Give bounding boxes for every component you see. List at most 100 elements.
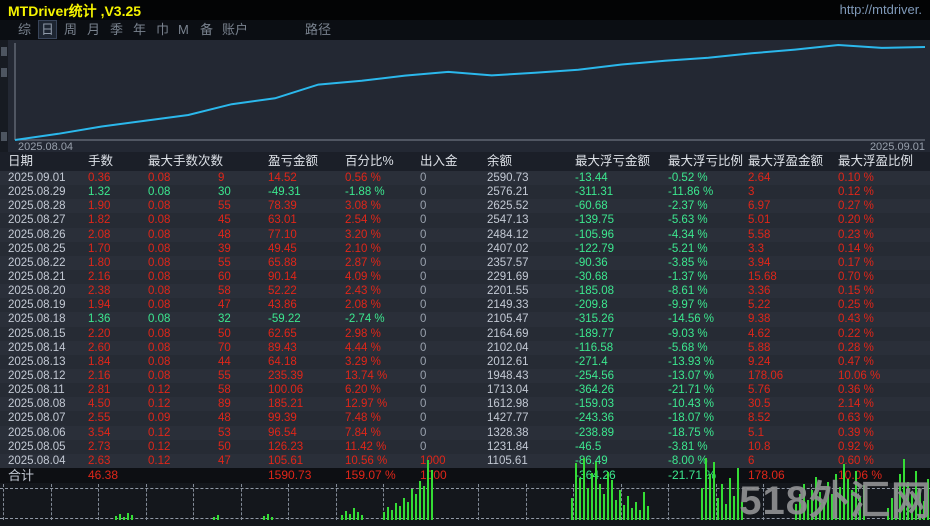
table-cell: 0.08 [148,214,171,227]
grip-handle[interactable] [1,132,7,141]
table-cell: 2.87 % [345,256,381,269]
table-cell: 2.43 % [345,285,381,298]
table-cell: 126.23 [268,440,304,453]
profit-bar [131,515,133,520]
profit-bar [349,514,351,520]
table-cell: 0 [420,186,427,199]
grip-handle[interactable] [1,68,7,77]
profit-bar [345,511,347,520]
table-cell: 2291.69 [487,270,529,283]
menu-item-8[interactable]: M [176,21,191,38]
table-cell: -2.37 % [668,200,708,213]
title-bar: MTDriver统计 ,V3.25 http://mtdriver. [0,0,930,20]
menu-item-2[interactable]: 日 [37,20,58,39]
table-cell: 5.76 [748,384,771,397]
table-row: 2025.08.19 1.94 0.08 47 43.86 2.08 % 0 2149.33 -… [0,298,930,313]
table-cell: 3.29 % [345,355,381,368]
table-cell: 0.25 % [838,299,874,312]
table-cell: 2149.33 [487,299,529,312]
profit-bar [263,516,265,520]
table-cell: 99.39 [268,412,297,425]
table-cell: 0.17 % [838,256,874,269]
column-header-3[interactable]: 最大手数次数 [145,152,265,171]
total-cell [484,468,572,483]
profit-bar [217,515,219,520]
table-cell: -3.81 % [668,440,708,453]
column-header-11[interactable]: 最大浮盈比例 [835,152,930,171]
menu-item-9[interactable]: 备 [198,21,215,38]
table-cell: 0.70 % [838,270,874,283]
table-cell: -209.8 [575,299,608,312]
column-header-4[interactable]: 盈亏金额 [265,152,342,171]
table-cell: 12.97 % [345,398,388,411]
table-cell: 4.09 % [345,270,381,283]
menu-item-10[interactable]: 账户 [220,21,250,38]
table-cell: 90.14 [268,270,297,283]
menu-item-7[interactable]: 巾 [154,21,171,38]
table-cell: 2025.08.06 [8,426,66,439]
total-cell: 159.07 % [345,468,396,482]
table-cell: 0.36 % [838,384,874,397]
table-cell: -3.85 % [668,256,708,269]
column-header-1[interactable]: 日期 [0,152,85,171]
profit-bar [341,515,343,520]
table-cell: 9.24 [748,355,771,368]
table-row: 2025.08.08 4.50 0.12 89 185.21 12.97 % 0 1612.9… [0,397,930,412]
profit-bar [599,484,601,520]
table-row: 2025.08.05 2.73 0.12 50 126.23 11.42 % 0 1231.8… [0,439,930,454]
table-cell: 2025.08.26 [8,228,66,241]
table-cell: 0.92 % [838,440,874,453]
table-cell: -238.89 [575,426,615,439]
table-cell: 3.3 [748,242,764,255]
table-cell: 0.09 [148,412,171,425]
column-header-8[interactable]: 最大浮亏金额 [572,152,665,171]
table-cell: 0.56 % [345,172,381,184]
table-cell: 2357.57 [487,256,529,269]
table-cell: -46.5 [575,440,602,453]
table-cell: 0.63 % [838,412,874,425]
grip-handle[interactable] [1,47,7,56]
table-cell: 5.58 [748,228,771,241]
column-header-6[interactable]: 出入金 [417,152,484,171]
menu-item-path[interactable]: 路径 [303,21,333,38]
total-cell: 1590.73 [268,468,312,482]
profit-bar [725,504,727,520]
menu-item-3[interactable]: 周 [62,21,79,38]
table-cell: 5.01 [748,214,771,227]
menu-item-6[interactable]: 年 [131,21,148,38]
website-link[interactable]: http://mtdriver. [840,2,922,17]
column-header-10[interactable]: 最大浮盈金额 [745,152,835,171]
table-cell: 1231.84 [487,440,529,453]
table-cell: 43.86 [268,299,297,312]
table-cell: -49.31 [268,186,301,199]
profit-bar [701,488,703,520]
table-cell: 0.08 [148,270,171,283]
table-cell: 0.12 [148,426,171,439]
total-cell [215,468,265,483]
profit-bar [717,498,719,520]
menu-item-4[interactable]: 月 [85,21,102,38]
menu-item-1[interactable]: 综 [16,21,33,38]
table-cell: 2484.12 [487,228,529,241]
table-cell: 7.84 % [345,426,381,439]
menu-item-5[interactable]: 季 [108,21,125,38]
table-cell: 0 [420,200,427,213]
profit-bar [611,480,613,520]
profit-bar [387,507,389,520]
column-header-5[interactable]: 百分比% [342,152,417,171]
table-cell: 7.48 % [345,412,381,425]
table-cell: 55 [218,200,231,213]
table-cell: 9.38 [748,313,771,326]
table-row: 2025.08.22 1.80 0.08 55 65.88 2.87 % 0 2357.57 -… [0,255,930,270]
total-cell [145,468,215,483]
profit-bar [631,508,633,520]
profit-bar [579,478,581,520]
column-header-2[interactable]: 手数 [85,152,145,171]
table-cell: 235.39 [268,369,304,382]
table-cell: 2.38 [88,285,111,298]
table-cell: 48 [218,228,231,241]
column-header-7[interactable]: 余额 [484,152,572,171]
profit-bar [587,488,589,520]
column-header-9[interactable]: 最大浮亏比例 [665,152,745,171]
table-row: 2025.08.15 2.20 0.08 50 62.65 2.98 % 0 2164.69 -… [0,326,930,341]
